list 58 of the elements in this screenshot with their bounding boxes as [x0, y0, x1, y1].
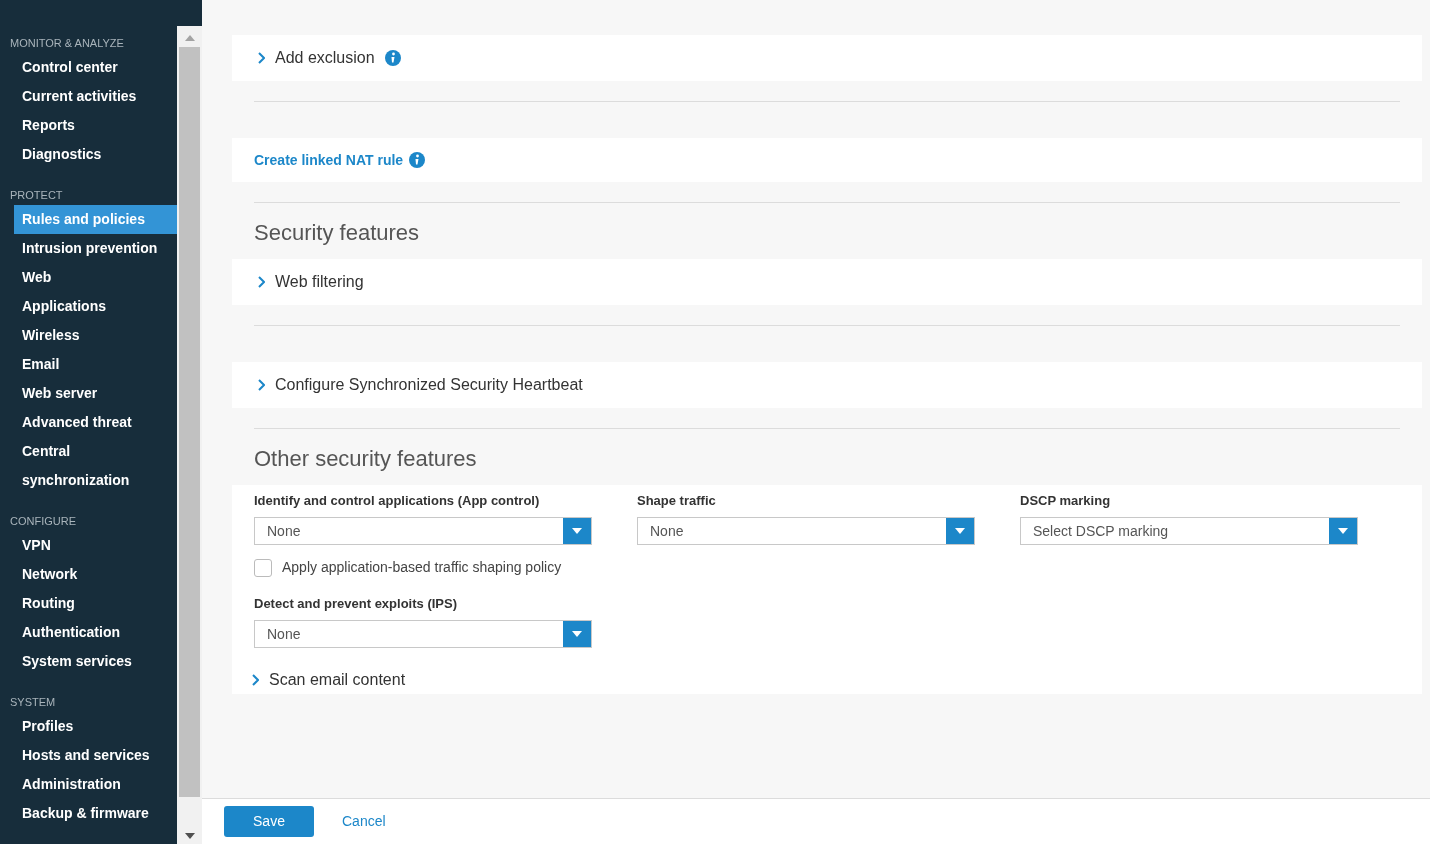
expander-label[interactable]: Web filtering	[275, 270, 364, 294]
sidebar-item[interactable]: System services	[14, 647, 177, 676]
caret-icon	[572, 528, 582, 534]
scrollbar[interactable]	[177, 0, 202, 844]
sidebar-item[interactable]: Wireless	[14, 321, 177, 350]
sidebar-item[interactable]: Administration	[14, 770, 177, 799]
sidebar-item[interactable]: Diagnostics	[14, 140, 177, 169]
field-label: Detect and prevent exploits (IPS)	[254, 596, 458, 612]
field-label: Identify and control applications (App control)	[254, 493, 541, 509]
chevron-icon	[258, 379, 265, 391]
chevron-icon	[252, 674, 259, 686]
cancel-link[interactable]: Cancel	[342, 811, 386, 832]
checkbox[interactable]	[254, 558, 272, 577]
sidebar-item[interactable]: Web	[14, 263, 177, 292]
info-icon[interactable]	[409, 152, 426, 168]
field-label: Shape traffic	[637, 493, 717, 509]
sidebar-item[interactable]: Network	[14, 560, 177, 589]
caret-icon	[955, 528, 965, 534]
section-heading: CONFIGURE	[9, 514, 77, 529]
chevron-icon	[258, 52, 265, 64]
sidebar-item[interactable]: Intrusion prevention	[14, 234, 177, 263]
sidebar-item[interactable]: Routing	[14, 589, 177, 618]
dropdown[interactable]: None	[637, 517, 975, 545]
section-heading: SYSTEM	[9, 695, 57, 710]
section-heading: PROTECT	[9, 188, 64, 203]
section-heading: Other security features	[253, 445, 478, 473]
dropdown[interactable]: None	[254, 517, 592, 545]
expander-label[interactable]: Add exclusion	[275, 46, 375, 70]
sidebar-item[interactable]: Backup & firmware	[14, 799, 177, 828]
dropdown[interactable]: None	[254, 620, 592, 648]
sidebar-item[interactable]: Authentication	[14, 618, 177, 647]
save-button[interactable]: Save	[224, 806, 314, 837]
section-heading: MONITOR & ANALYZE	[9, 36, 125, 51]
sidebar-item[interactable]: Central synchronization	[14, 437, 177, 495]
sidebar-item[interactable]: Advanced threat	[14, 408, 177, 437]
caret-icon	[572, 631, 582, 637]
sidebar-item[interactable]: Control center	[14, 53, 177, 82]
info-icon[interactable]	[384, 50, 401, 66]
dropdown[interactable]: Select DSCP marking	[1020, 517, 1358, 545]
expander-label[interactable]: Configure Synchronized Security Heartbeat	[275, 373, 583, 397]
field-label: DSCP marking	[1020, 493, 1112, 509]
sidebar-item[interactable]: Applications	[14, 292, 177, 321]
expander-label[interactable]: Scan email content	[269, 668, 406, 692]
sidebar-item[interactable]: VPN	[14, 531, 177, 560]
nat-rule-link[interactable]: Create linked NAT rule	[254, 149, 404, 171]
sidebar-item[interactable]: Reports	[14, 111, 177, 140]
caret-icon	[1338, 528, 1348, 534]
sidebar-item[interactable]: Email	[14, 350, 177, 379]
chevron-icon	[258, 276, 265, 288]
scroll-up-icon[interactable]	[184, 35, 195, 41]
scroll-down-icon[interactable]	[184, 833, 195, 839]
sidebar-item[interactable]: Web server	[14, 379, 177, 408]
sidebar-item[interactable]: Current activities	[14, 82, 177, 111]
scrollbar-thumb[interactable]	[179, 47, 200, 797]
checkbox-label: Apply application-based traffic shaping policy	[282, 558, 562, 577]
sidebar-item[interactable]: Profiles	[14, 712, 177, 741]
sidebar-item[interactable]: Hosts and services	[14, 741, 177, 770]
section-heading: Security features	[253, 219, 421, 247]
